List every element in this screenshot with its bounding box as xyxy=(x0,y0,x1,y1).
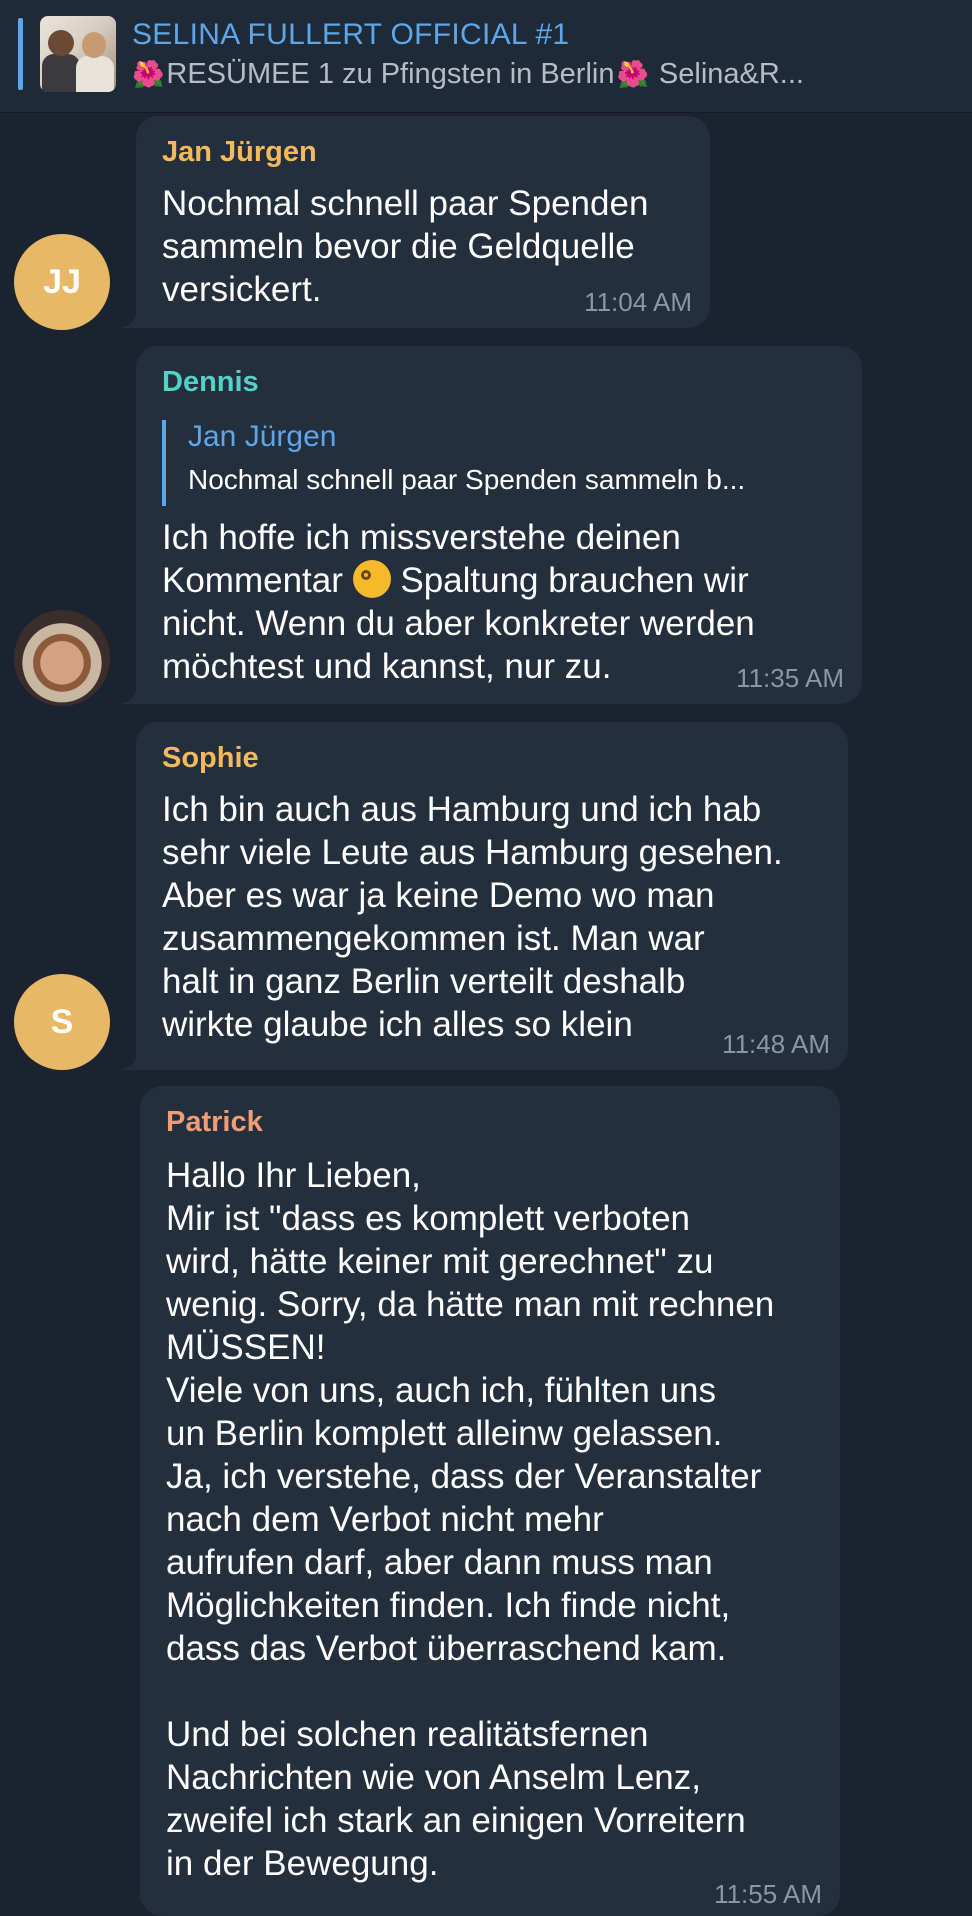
sender-name[interactable]: Jan Jürgen xyxy=(162,136,317,169)
sender-name[interactable]: Sophie xyxy=(162,742,259,775)
sender-name[interactable]: Patrick xyxy=(166,1106,263,1139)
pinned-subtitle: 🌺RESÜMEE 1 zu Pfingsten in Berlin🌺 Selin… xyxy=(132,58,804,90)
pinned-thumbnail xyxy=(40,16,116,92)
message-bubble[interactable]: Jan Jürgen Nochmal schnell paar Spenden … xyxy=(122,116,710,328)
avatar[interactable] xyxy=(14,610,110,706)
pinned-title: SELINA FULLERT OFFICIAL #1 xyxy=(132,18,570,51)
message-text: Nochmal schnell paar Spenden sammeln bev… xyxy=(162,184,649,309)
reply-quote[interactable]: Jan Jürgen Nochmal schnell paar Spenden … xyxy=(162,420,842,506)
message-bubble[interactable]: Sophie Ich bin auch aus Hamburg und ich … xyxy=(122,722,848,1070)
pinned-message-bar[interactable]: SELINA FULLERT OFFICIAL #1 🌺RESÜMEE 1 zu… xyxy=(0,0,972,113)
message-text: Ich bin auch aus Hamburg und ich hab seh… xyxy=(162,790,783,1044)
avatar[interactable]: JJ xyxy=(14,234,110,330)
reply-sender: Jan Jürgen xyxy=(188,420,337,453)
message-time: 11:04 AM xyxy=(584,287,692,317)
message-bubble[interactable]: Dennis Jan Jürgen Nochmal schnell paar S… xyxy=(122,346,862,704)
message-text: Ich hoffe ich missverstehe deinen Kommen… xyxy=(162,518,755,686)
hibiscus-icon: 🌺 xyxy=(132,59,165,89)
pinned-indicator xyxy=(18,18,23,90)
reply-text: Nochmal schnell paar Spenden sammeln b..… xyxy=(188,464,746,495)
message-text: Hallo Ihr Lieben, Mir ist "dass es kompl… xyxy=(166,1156,775,1883)
sender-name[interactable]: Dennis xyxy=(162,366,259,399)
message-time: 11:48 AM xyxy=(722,1029,830,1059)
hibiscus-icon: 🌺 xyxy=(616,59,649,89)
message-time: 11:35 AM xyxy=(736,663,844,693)
message-time: 11:55 AM xyxy=(714,1879,822,1909)
message-bubble[interactable]: Patrick Hallo Ihr Lieben, Mir ist "dass … xyxy=(140,1086,840,1916)
monocle-face-icon xyxy=(352,560,391,598)
avatar[interactable]: S xyxy=(14,974,110,1070)
